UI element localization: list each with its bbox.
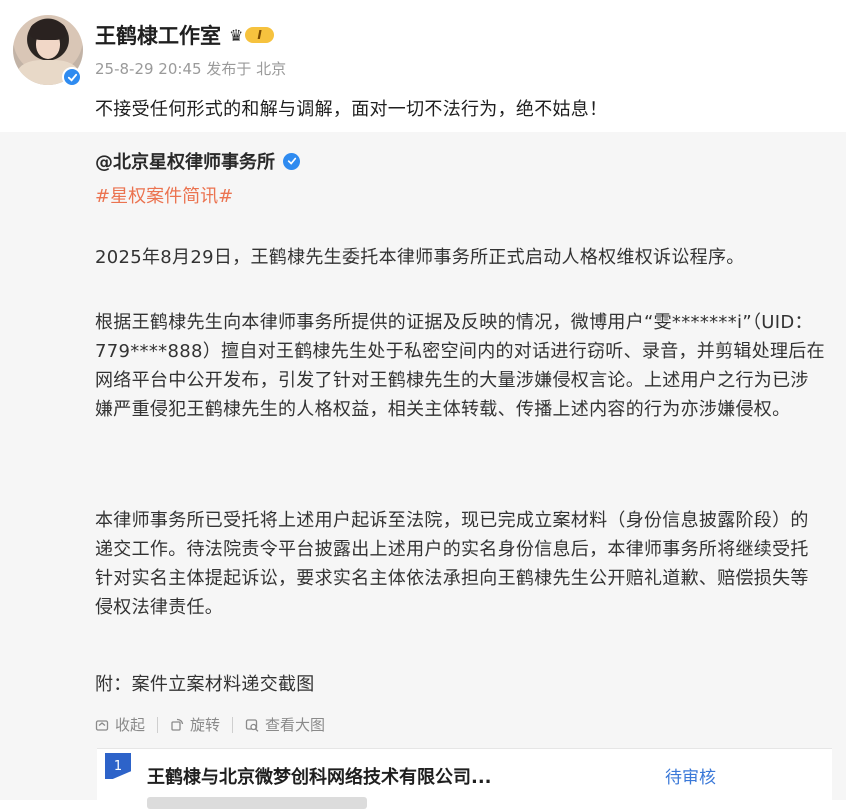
view-large-button[interactable]: 查看大图 xyxy=(245,714,325,735)
image-actions: 收起 旋转 查看大图 xyxy=(95,714,325,735)
repost-author[interactable]: @北京星权律师事务所 xyxy=(95,148,300,174)
post-meta: 25-8-29 20:45 发布于 北京 xyxy=(95,58,286,79)
repost-paragraph: 2025年8月29日，王鹤棣先生委托本律师事务所正式启动人格权维权诉讼程序。 xyxy=(95,247,745,268)
case-status: 待审核 xyxy=(665,768,716,788)
location: 北京 xyxy=(256,60,287,78)
divider xyxy=(232,716,234,733)
posted-from-label: 发布于 xyxy=(206,60,252,78)
rotate-icon xyxy=(171,718,184,731)
post-text: 不接受任何形式的和解与调解，面对一切不法行为，绝不姑息！ xyxy=(95,99,608,120)
case-title: 王鹤棣与北京微梦创科网络技术有限公司... xyxy=(147,767,492,788)
view-large-icon xyxy=(245,718,259,732)
hashtag-link[interactable]: #星权案件简讯# xyxy=(95,182,233,208)
repost-paragraph: 本律师事务所已受托将上述用户起诉至法院，现已完成立案材料（身份信息披露阶段）的递… xyxy=(95,510,809,618)
view-large-label: 查看大图 xyxy=(265,716,326,734)
crown-icon: ♛ xyxy=(229,25,244,45)
verified-icon xyxy=(62,67,82,87)
rotate-label: 旋转 xyxy=(190,716,221,734)
timestamp[interactable]: 25-8-29 20:45 xyxy=(95,60,202,78)
vip-badge[interactable]: ♛ I xyxy=(229,26,274,45)
avatar-hair xyxy=(30,20,66,40)
divider xyxy=(157,716,159,733)
collapse-button[interactable]: 收起 xyxy=(95,714,145,735)
repost-paragraph: 附：案件立案材料递交截图 xyxy=(95,674,315,695)
verified-icon xyxy=(283,152,300,170)
rotate-button[interactable]: 旋转 xyxy=(170,714,220,735)
vip-level: I xyxy=(245,27,274,43)
username-text[interactable]: 王鹤棣工作室 xyxy=(95,20,221,50)
blurred-text xyxy=(147,797,367,809)
repost-author-name[interactable]: @北京星权律师事务所 xyxy=(95,148,275,174)
repost-paragraph: 根据王鹤棣先生向本律师事务所提供的证据及反映的情况，微博用户“雯*******i… xyxy=(95,312,825,420)
collapse-label: 收起 xyxy=(115,716,146,734)
repost-card: @北京星权律师事务所 #星权案件简讯# 2025年8月29日，王鹤棣先生委托本律… xyxy=(0,132,846,809)
post-header: 王鹤棣工作室 ♛ I 25-8-29 20:45 发布于 北京 不接受任何形式的… xyxy=(0,0,846,132)
username[interactable]: 王鹤棣工作室 ♛ I xyxy=(95,20,274,50)
collapse-icon xyxy=(95,719,109,731)
attachment-index: 1 xyxy=(105,753,131,779)
